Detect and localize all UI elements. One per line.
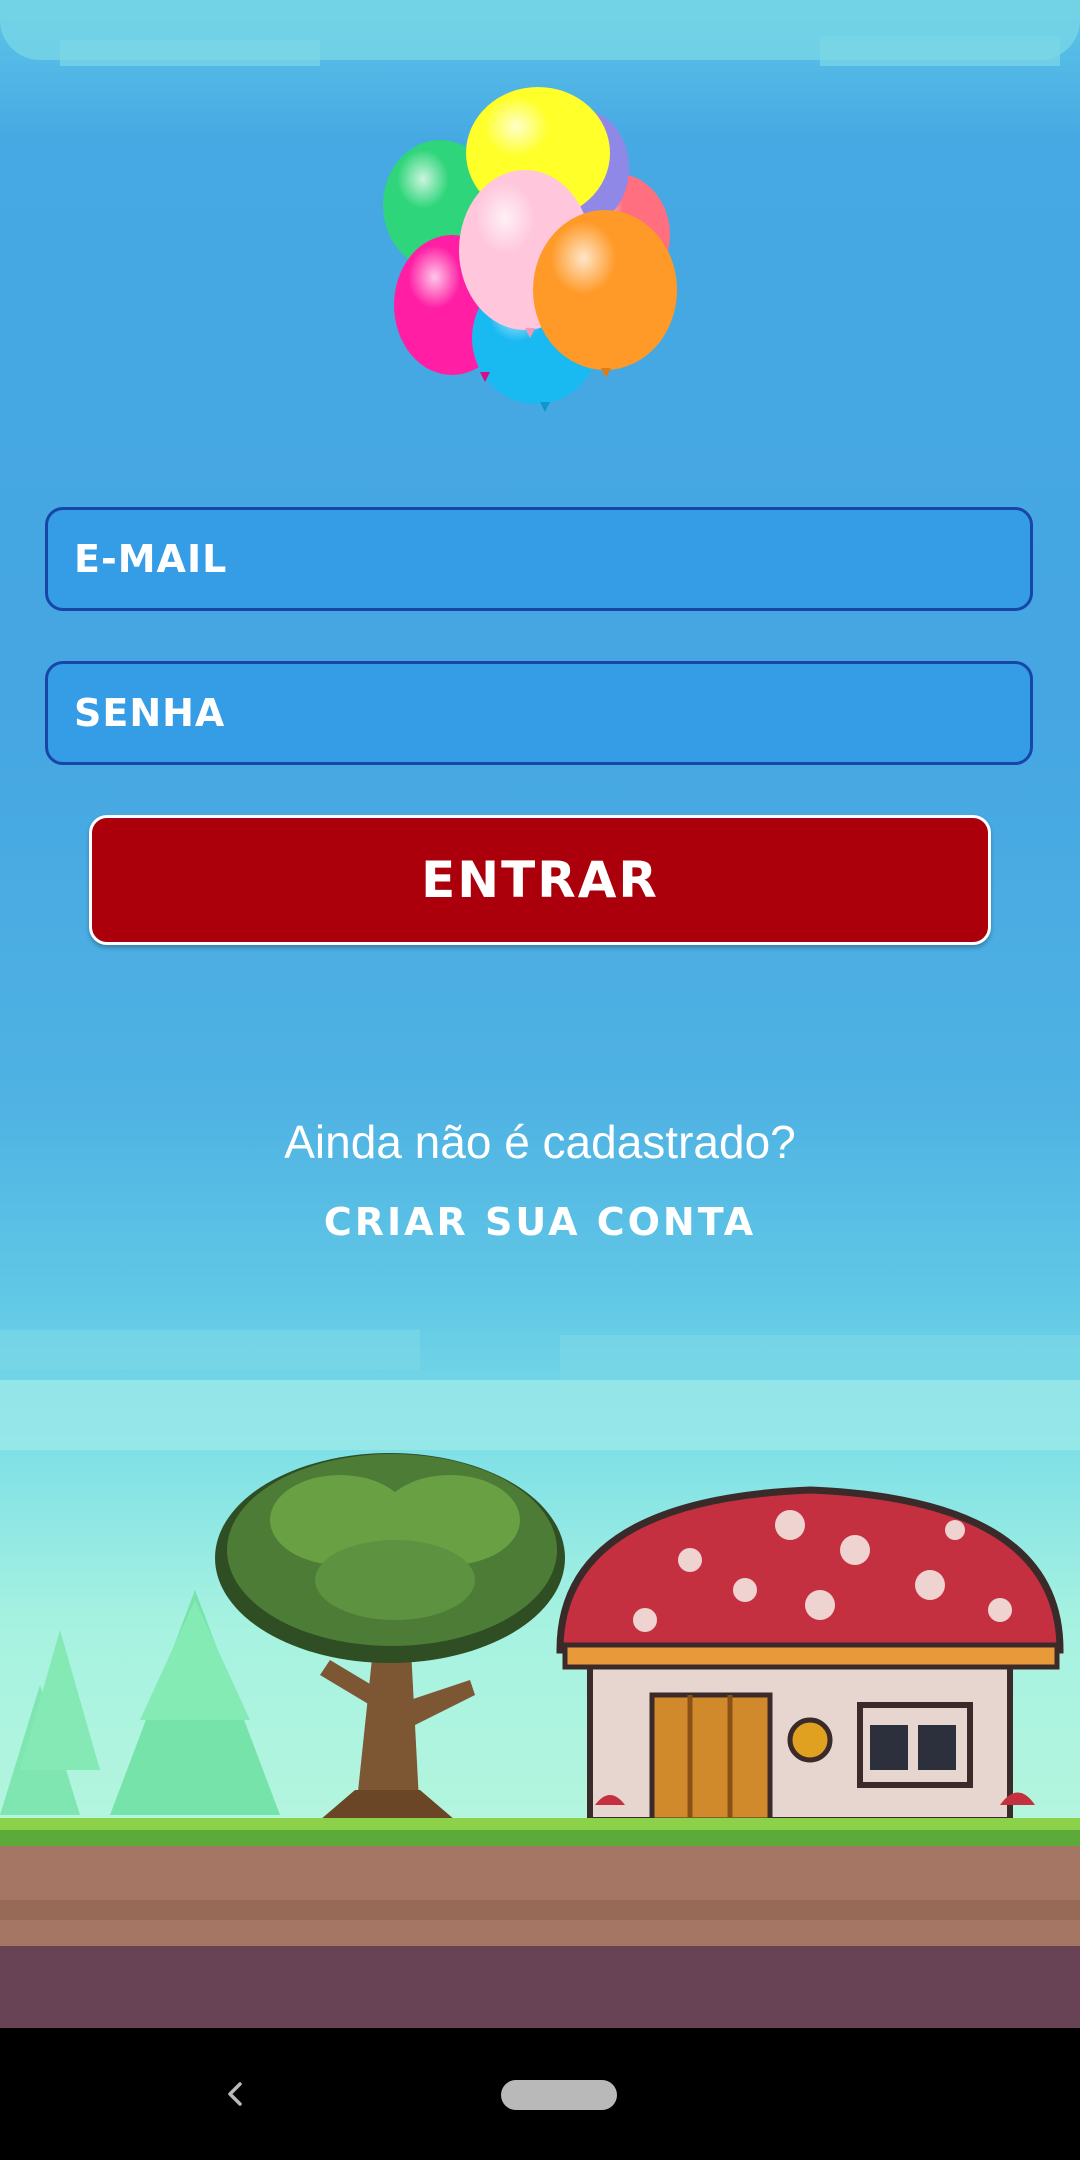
signup-question: Ainda não é cadastrado? (284, 1116, 796, 1168)
sky-cloud (820, 36, 1060, 66)
email-field[interactable] (45, 507, 1033, 611)
create-account-link[interactable]: CRIAR SUA CONTA (0, 1200, 1080, 1244)
home-pill[interactable] (501, 2080, 617, 2110)
pixel-scene (0, 1453, 1080, 2030)
balloons-logo (383, 87, 677, 412)
back-icon[interactable] (222, 2080, 250, 2108)
login-screen: ENTRAR Ainda não é cadastrado? CRIAR SUA… (0, 0, 1080, 2160)
pine-trees (0, 1590, 280, 1815)
tree (215, 1453, 565, 1820)
login-button-label: ENTRAR (421, 851, 659, 909)
sky-cloud (60, 40, 320, 66)
mushroom-house (556, 1486, 1064, 1823)
ground (0, 1818, 1080, 2030)
password-field[interactable] (45, 661, 1033, 765)
login-button[interactable]: ENTRAR (89, 815, 991, 945)
